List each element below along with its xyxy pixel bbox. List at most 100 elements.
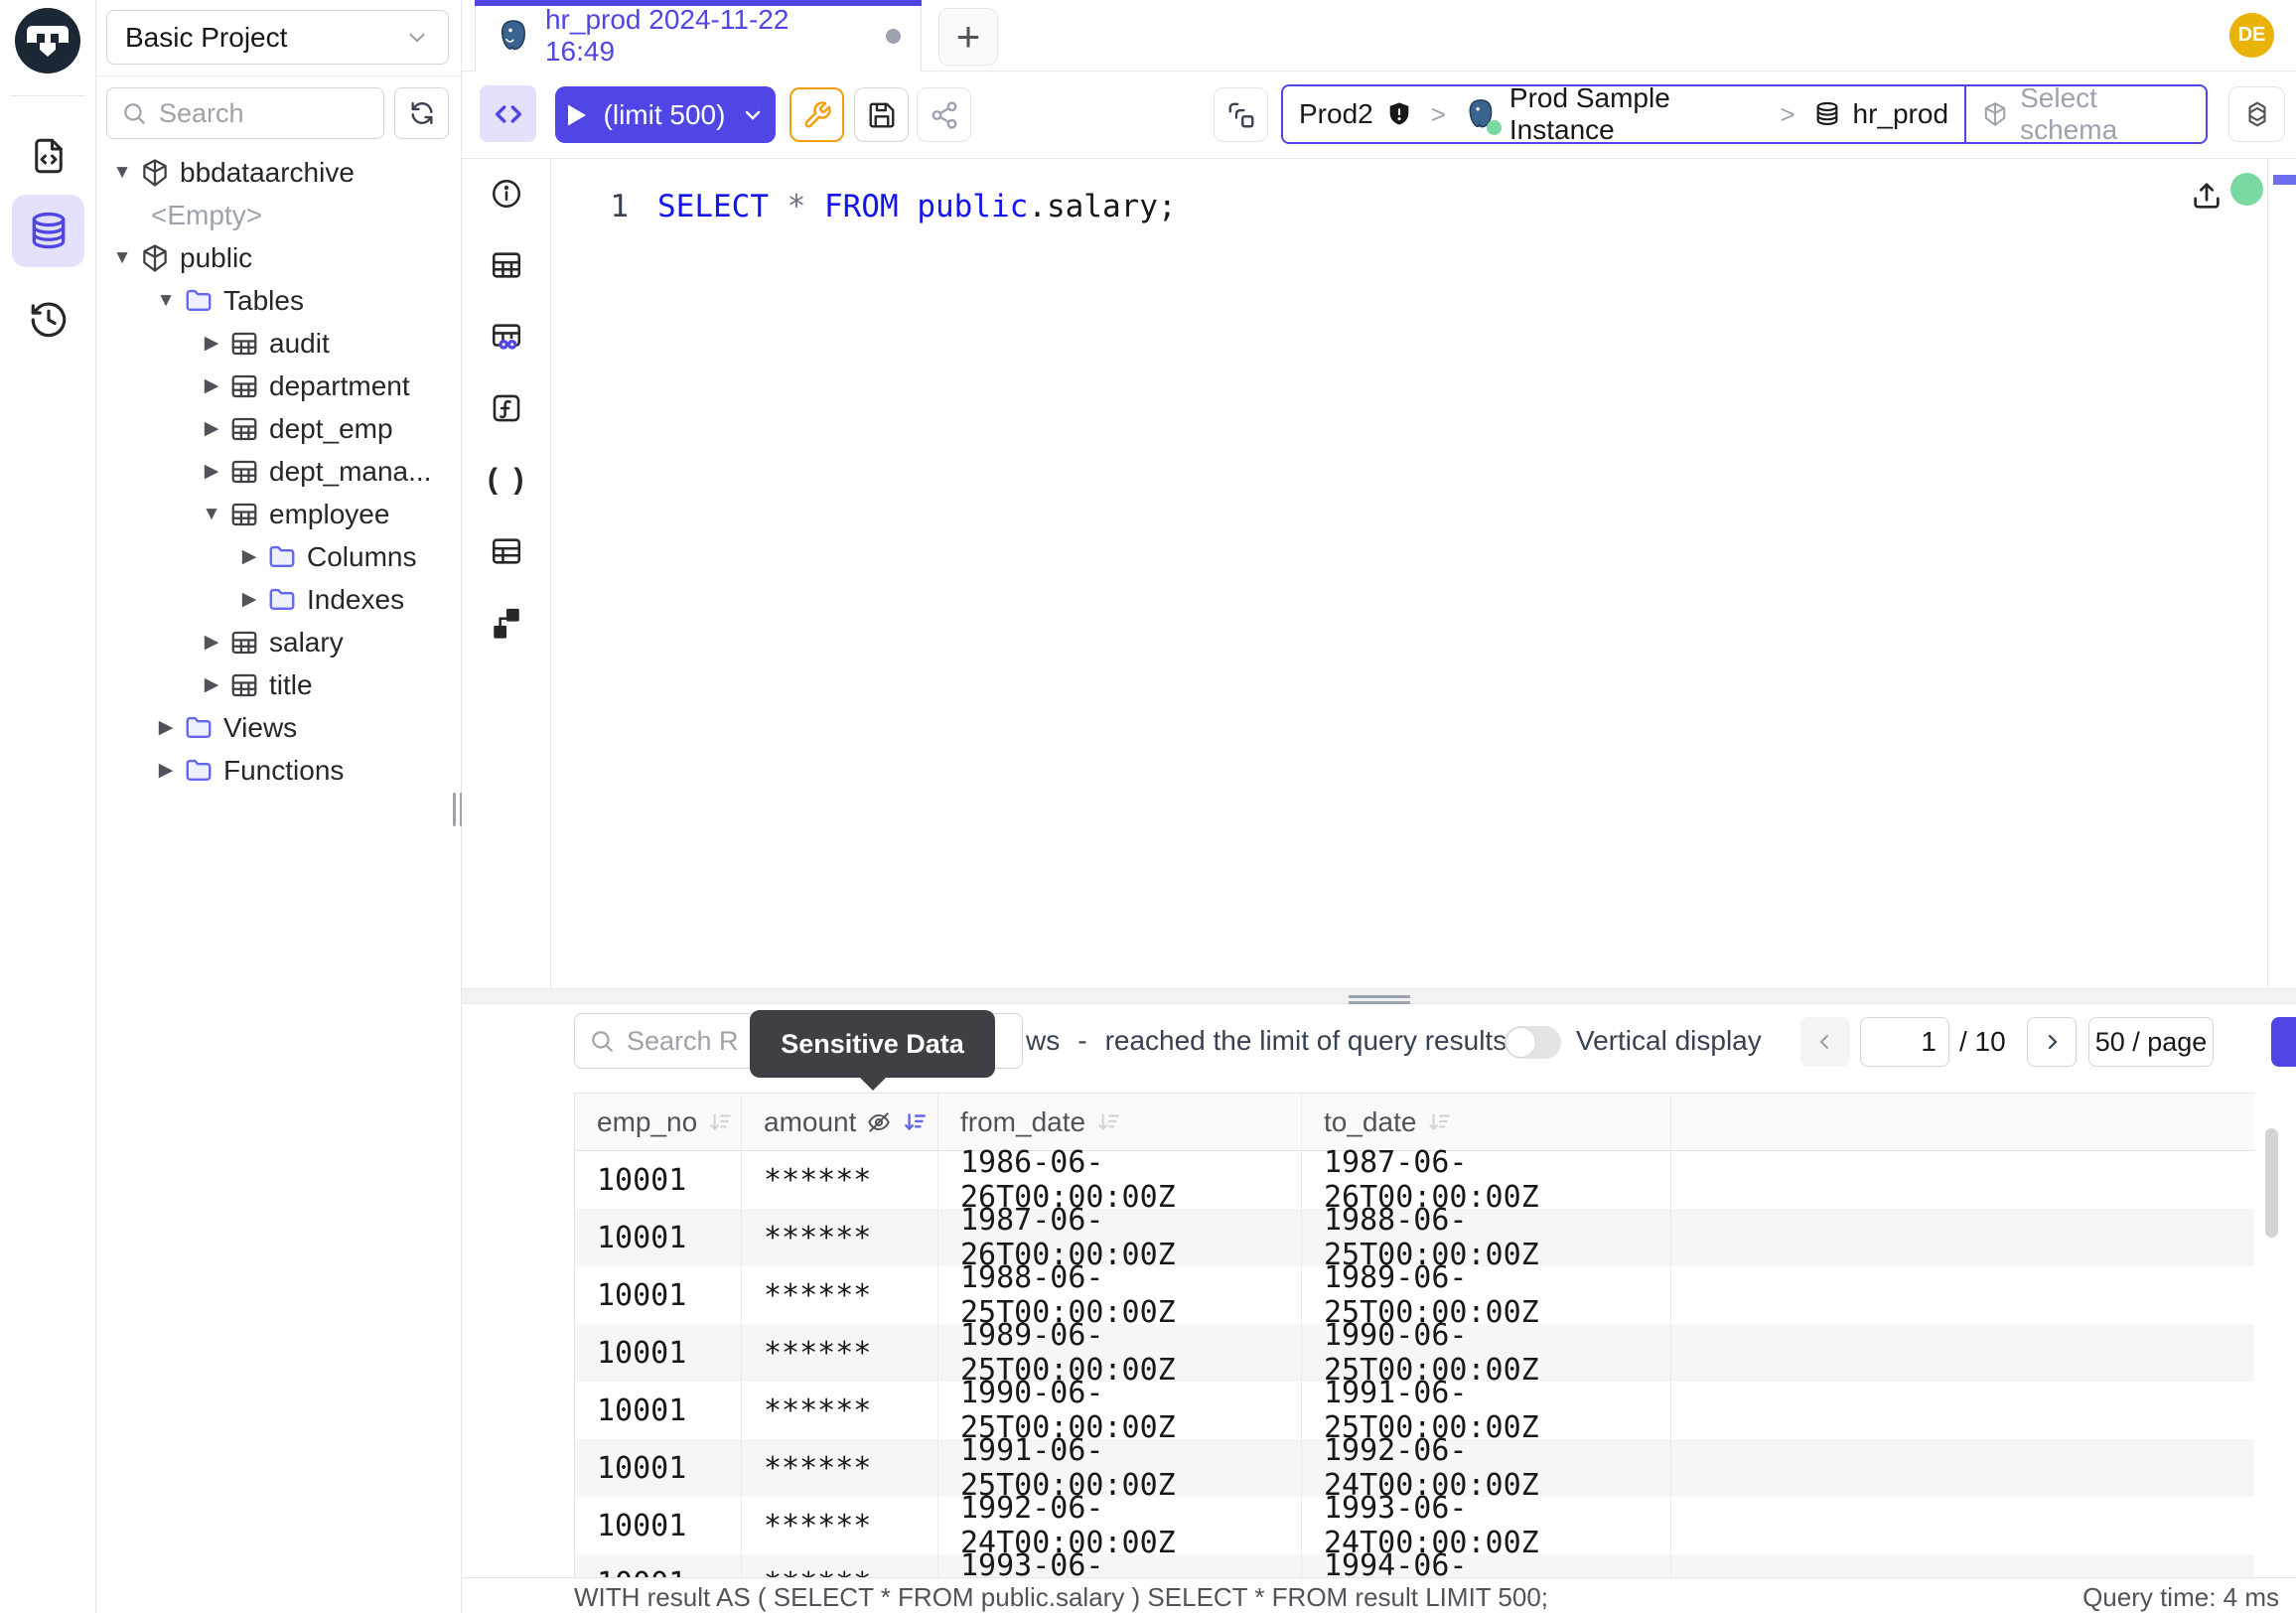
tree-node-employee[interactable]: ▼ employee <box>96 493 461 535</box>
editor-code-line[interactable]: SELECT * FROM public.salary; <box>657 189 1177 224</box>
cell-from-date[interactable]: 1987-06-26T00:00:00Z <box>938 1209 1302 1266</box>
user-avatar[interactable]: DE <box>2229 13 2274 58</box>
tree-node-columns[interactable]: ▶ Columns <box>96 535 461 578</box>
sort-desc-icon[interactable] <box>902 1109 928 1135</box>
cell-emp-no[interactable]: 10001 <box>575 1382 742 1439</box>
cell-from-date[interactable]: 1992-06-24T00:00:00Z <box>938 1497 1302 1554</box>
tree-node-tables[interactable]: ▼ Tables <box>96 279 461 322</box>
add-tab-button[interactable]: + <box>938 8 998 66</box>
caret-down-icon[interactable]: ▼ <box>110 162 134 184</box>
results-scrollbar[interactable] <box>2265 1128 2278 1238</box>
tree-node-audit[interactable]: ▶ audit <box>96 322 461 365</box>
cell-to-date[interactable]: 1994-06-24T00:00:00Z <box>1302 1554 1671 1577</box>
caret-right-icon[interactable]: ▶ <box>200 332 223 355</box>
cell-to-date[interactable]: 1992-06-24T00:00:00Z <box>1302 1439 1671 1497</box>
sort-icon[interactable] <box>707 1109 733 1135</box>
caret-down-icon[interactable]: ▼ <box>110 247 134 269</box>
next-page-button[interactable] <box>2027 1017 2077 1067</box>
panel-resize-handle[interactable] <box>462 988 2296 1004</box>
cell-to-date[interactable]: 1987-06-26T00:00:00Z <box>1302 1151 1671 1209</box>
table-row[interactable]: 10001 ****** 1987-06-26T00:00:00Z 1988-0… <box>575 1209 2254 1266</box>
caret-right-icon[interactable]: ▶ <box>200 631 223 654</box>
ai-assistant-button[interactable] <box>2228 86 2285 142</box>
run-query-button[interactable]: (limit 500) <box>555 86 776 143</box>
code-panel-toggle[interactable] <box>480 85 536 142</box>
cell-amount-masked[interactable]: ****** <box>742 1497 938 1554</box>
page-number-input[interactable]: 1 <box>1860 1017 1949 1067</box>
caret-right-icon[interactable]: ▶ <box>200 417 223 440</box>
cell-emp-no[interactable]: 10001 <box>575 1497 742 1554</box>
cell-amount-masked[interactable]: ****** <box>742 1382 938 1439</box>
cell-amount-masked[interactable]: ****** <box>742 1324 938 1382</box>
caret-right-icon[interactable]: ▶ <box>237 545 261 568</box>
tree-node-title[interactable]: ▶ title <box>96 663 461 706</box>
save-button[interactable] <box>854 87 909 142</box>
cell-amount-masked[interactable]: ****** <box>742 1151 938 1209</box>
functions-panel-icon[interactable] <box>490 391 523 425</box>
cell-from-date[interactable]: 1986-06-26T00:00:00Z <box>938 1151 1302 1209</box>
refresh-button[interactable] <box>394 87 449 139</box>
worksheet-icon[interactable] <box>12 119 84 192</box>
cell-from-date[interactable]: 1990-06-25T00:00:00Z <box>938 1382 1302 1439</box>
tab-hr-prod[interactable]: hr_prod 2024-11-22 16:49 <box>475 0 922 72</box>
table-row[interactable]: 10001 ****** 1992-06-24T00:00:00Z 1993-0… <box>575 1497 2254 1554</box>
cell-emp-no[interactable]: 10001 <box>575 1151 742 1209</box>
table-row[interactable]: 10001 ****** 1991-06-25T00:00:00Z 1992-0… <box>575 1439 2254 1497</box>
tree-node-functions[interactable]: ▶ Functions <box>96 749 461 792</box>
info-icon[interactable] <box>490 177 523 211</box>
table-row[interactable]: 10001 ****** 1986-06-26T00:00:00Z 1987-0… <box>575 1151 2254 1209</box>
table-row[interactable]: 10001 ****** 1989-06-25T00:00:00Z 1990-0… <box>575 1324 2254 1382</box>
connection-breadcrumb[interactable]: Prod2 > Prod Sample Instance > hr_prod <box>1281 84 2208 144</box>
column-header-emp-no[interactable]: emp_no <box>575 1094 742 1150</box>
cell-emp-no[interactable]: 10001 <box>575 1439 742 1497</box>
caret-right-icon[interactable]: ▶ <box>154 716 178 739</box>
cell-to-date[interactable]: 1993-06-24T00:00:00Z <box>1302 1497 1671 1554</box>
cell-amount-masked[interactable]: ****** <box>742 1439 938 1497</box>
schema-diagram-icon[interactable] <box>490 606 523 640</box>
cell-amount-masked[interactable]: ****** <box>742 1554 938 1577</box>
cell-to-date[interactable]: 1989-06-25T00:00:00Z <box>1302 1266 1671 1324</box>
caret-right-icon[interactable]: ▶ <box>154 759 178 782</box>
caret-right-icon[interactable]: ▶ <box>200 673 223 696</box>
caret-right-icon[interactable]: ▶ <box>200 460 223 483</box>
column-header-from-date[interactable]: from_date <box>938 1094 1302 1150</box>
database-icon[interactable] <box>12 195 84 267</box>
export-button-cut[interactable] <box>2271 1017 2296 1067</box>
column-header-amount[interactable]: amount <box>742 1094 938 1150</box>
cell-from-date[interactable]: 1988-06-25T00:00:00Z <box>938 1266 1302 1324</box>
breadcrumb-database[interactable]: hr_prod <box>1797 86 1965 142</box>
format-sql-button[interactable] <box>789 87 844 142</box>
chevron-down-icon[interactable] <box>741 103 765 127</box>
sort-icon[interactable] <box>1095 1109 1121 1135</box>
masked-tables-icon[interactable] <box>490 320 523 354</box>
cell-emp-no[interactable]: 10001 <box>575 1554 742 1577</box>
tree-node-indexes[interactable]: ▶ Indexes <box>96 578 461 621</box>
cell-to-date[interactable]: 1990-06-25T00:00:00Z <box>1302 1324 1671 1382</box>
editor-minimap[interactable] <box>2267 159 2296 988</box>
tree-node-dept-manager[interactable]: ▶ dept_mana... <box>96 450 461 493</box>
page-size-select[interactable]: 50 / page <box>2088 1017 2214 1067</box>
sidebar-search-input[interactable]: Search <box>106 87 384 139</box>
table-row[interactable]: 10001 ****** 1988-06-25T00:00:00Z 1989-0… <box>575 1266 2254 1324</box>
breadcrumb-environment[interactable]: Prod2 <box>1283 86 1429 142</box>
caret-down-icon[interactable]: ▼ <box>200 504 223 525</box>
tree-node-bbdataarchive[interactable]: ▼ bbdataarchive <box>96 151 461 194</box>
share-button[interactable] <box>917 87 971 142</box>
tree-node-department[interactable]: ▶ department <box>96 365 461 407</box>
tree-node-public[interactable]: ▼ public <box>96 236 461 279</box>
cell-amount-masked[interactable]: ****** <box>742 1209 938 1266</box>
cell-amount-masked[interactable]: ****** <box>742 1266 938 1324</box>
project-selector[interactable]: Basic Project <box>106 10 449 65</box>
cell-from-date[interactable]: 1989-06-25T00:00:00Z <box>938 1324 1302 1382</box>
table-row[interactable]: 10001 ****** 1993-06-24T00:00:00Z 1994-0… <box>575 1554 2254 1577</box>
bytebase-logo-icon[interactable] <box>15 8 80 73</box>
cell-to-date[interactable]: 1988-06-25T00:00:00Z <box>1302 1209 1671 1266</box>
table-row[interactable]: 10001 ****** 1990-06-25T00:00:00Z 1991-0… <box>575 1382 2254 1439</box>
cell-from-date[interactable]: 1993-06-24T00:00:00Z <box>938 1554 1302 1577</box>
breadcrumb-instance[interactable]: Prod Sample Instance <box>1448 86 1778 142</box>
vertical-display-toggle[interactable] <box>1505 1026 1561 1059</box>
tables-panel-icon[interactable] <box>490 248 523 282</box>
tree-node-salary[interactable]: ▶ salary <box>96 621 461 663</box>
external-tables-icon[interactable] <box>490 534 523 568</box>
column-header-to-date[interactable]: to_date <box>1302 1094 1671 1150</box>
